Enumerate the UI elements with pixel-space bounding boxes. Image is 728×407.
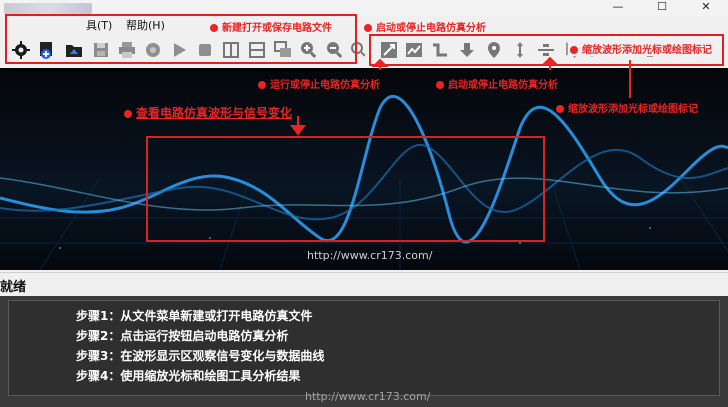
status-bar bbox=[0, 272, 728, 295]
step-item: 步骤2：点击运行按钮启动电路仿真分析 bbox=[76, 329, 289, 343]
canvas-watermark-url: http://www.cr173.com/ bbox=[307, 249, 433, 262]
step-item: 步骤3：在波形显示区观察信号变化与数据曲线 bbox=[76, 349, 325, 363]
footer-watermark-url: http://www.cr173.com/ bbox=[305, 390, 431, 403]
status-text: 就绪 bbox=[0, 280, 27, 295]
step-item: 步骤1：从文件菜单新建或打开电路仿真文件 bbox=[76, 309, 313, 323]
step-item: 步骤4：使用缩放光标和绘图工具分析结果 bbox=[76, 369, 301, 383]
